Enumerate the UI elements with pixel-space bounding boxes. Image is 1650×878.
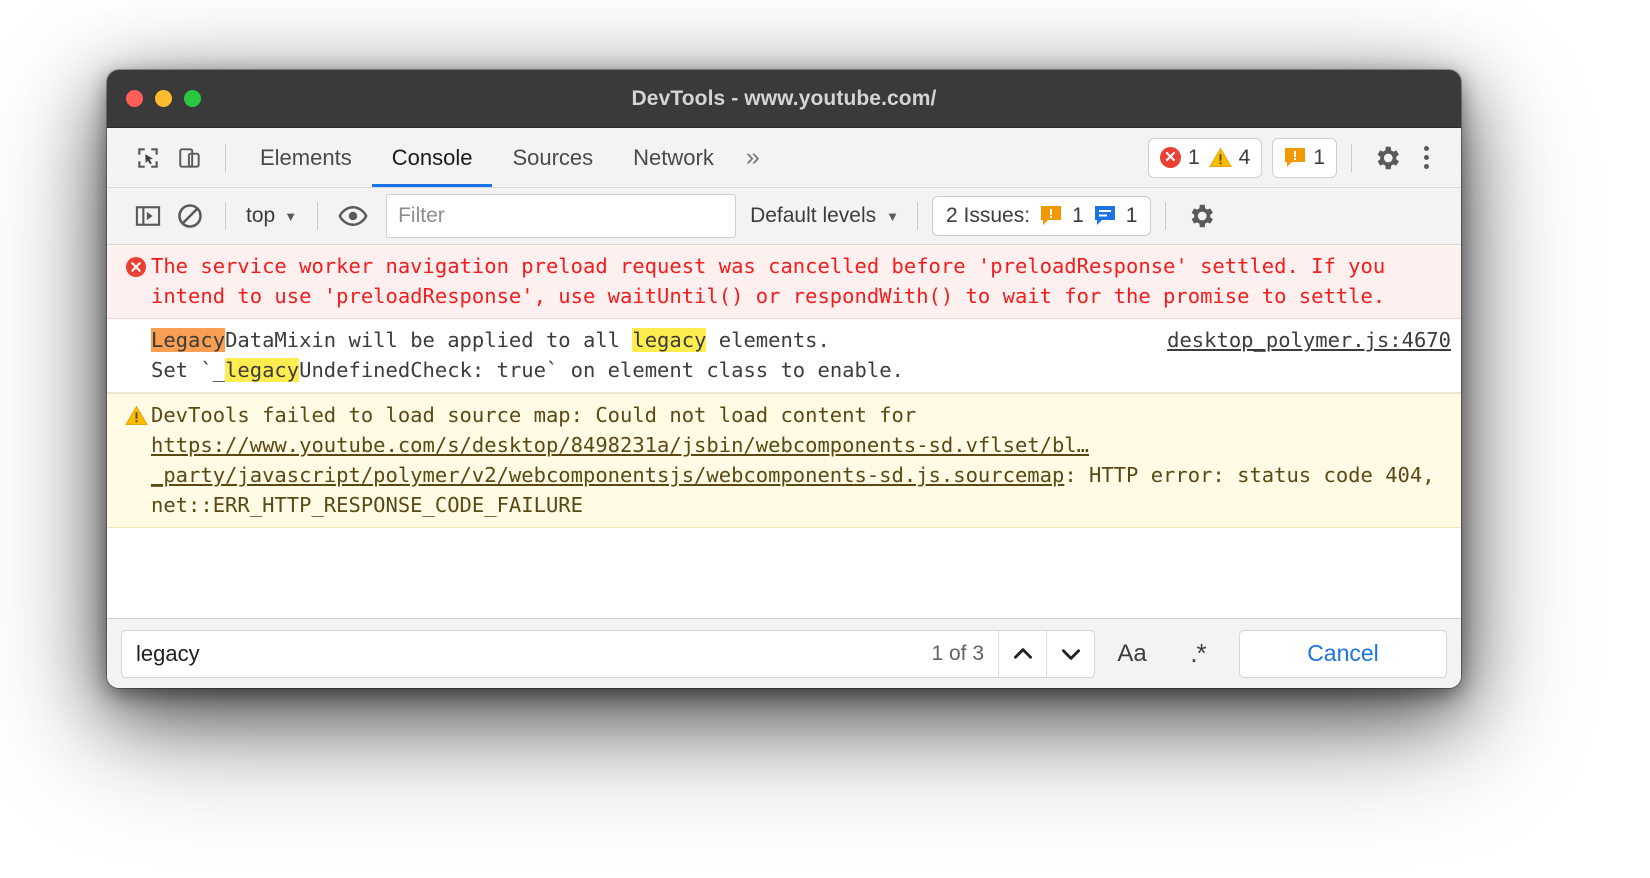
kebab-menu-icon[interactable]: [1408, 146, 1443, 169]
execution-context-label: top: [246, 204, 276, 227]
log-message-row: LegacyDataMixin will be applied to all l…: [151, 325, 1451, 385]
issues-label: 2 Issues:: [946, 204, 1031, 227]
warning-triangle-icon: [1208, 147, 1232, 168]
search-input-shell[interactable]: 1 of 3: [121, 629, 1095, 678]
match-case-button[interactable]: Aa: [1103, 630, 1161, 678]
sourcemap-url-link[interactable]: https://www.youtube.com/s/desktop/849823…: [151, 433, 1089, 487]
warning-count: 4: [1238, 145, 1251, 169]
error-count: 1: [1187, 145, 1200, 169]
window-titlebar: DevTools - www.youtube.com/: [107, 70, 1461, 128]
log-text-segment: DataMixin will be applied to all: [225, 328, 633, 352]
devtools-tabstrip: Elements Console Sources Network » ✕ 1 4…: [107, 128, 1461, 188]
issue-badge[interactable]: 1: [1284, 146, 1325, 170]
cursor-select-icon[interactable]: [127, 137, 169, 179]
warning-text-segment: DevTools failed to load source map: Coul…: [151, 403, 929, 427]
toolbar-divider: [225, 143, 226, 172]
search-input[interactable]: [126, 640, 918, 667]
show-console-sidebar-icon[interactable]: [127, 195, 169, 237]
devtools-window: DevTools - www.youtube.com/ Elements Con…: [107, 70, 1461, 688]
window-controls: [107, 90, 201, 107]
close-window-button[interactable]: [126, 90, 143, 107]
console-toolbar: top ▼ Default levels ▼ 2 Issues:: [107, 188, 1461, 245]
console-message-list[interactable]: The service worker navigation preload re…: [107, 245, 1461, 618]
issue-speech-bubble-icon: [1284, 147, 1306, 169]
console-message-warning[interactable]: DevTools failed to load source map: Coul…: [107, 393, 1461, 528]
issues-badge-group[interactable]: 1: [1272, 137, 1337, 178]
console-toolbar-divider-4: [1165, 202, 1167, 230]
tab-network[interactable]: Network: [613, 128, 734, 187]
live-expression-eye-icon[interactable]: [332, 195, 374, 237]
issues-info-count: 1: [1125, 204, 1138, 227]
info-speech-bubble-icon: [1094, 205, 1116, 227]
filter-input[interactable]: [386, 194, 737, 238]
console-search-bar: 1 of 3 Aa .* Cancel: [107, 618, 1461, 688]
minimize-window-button[interactable]: [155, 90, 172, 107]
error-circle-icon: [121, 251, 151, 311]
clear-console-icon[interactable]: [169, 195, 211, 237]
search-prev-button[interactable]: [998, 630, 1046, 677]
warning-badge[interactable]: 4: [1208, 145, 1251, 170]
more-tabs-icon[interactable]: »: [734, 143, 770, 172]
search-match-count: 1 of 3: [931, 641, 984, 665]
error-warning-badges[interactable]: ✕ 1 4: [1147, 137, 1263, 178]
search-next-button[interactable]: [1046, 630, 1094, 677]
no-icon: [121, 325, 151, 385]
console-message-error[interactable]: The service worker navigation preload re…: [107, 245, 1461, 319]
tab-console[interactable]: Console: [371, 128, 493, 187]
log-levels-label: Default levels: [750, 204, 877, 227]
search-match: legacy: [225, 358, 300, 382]
console-settings-gear-icon[interactable]: [1180, 201, 1222, 231]
device-toolbar-icon[interactable]: [169, 137, 211, 179]
maximize-window-button[interactable]: [184, 90, 201, 107]
page-root: DevTools - www.youtube.com/ Elements Con…: [0, 0, 1650, 878]
issues-counter-button[interactable]: 2 Issues: 1 1: [932, 196, 1152, 236]
console-toolbar-divider-3: [917, 202, 919, 230]
warning-message-text: DevTools failed to load source map: Coul…: [151, 400, 1451, 520]
tabstrip-divider-2: [1351, 143, 1352, 172]
search-match-active: Legacy: [151, 328, 226, 352]
use-regex-button[interactable]: .*: [1169, 630, 1227, 678]
log-levels-selector[interactable]: Default levels ▼: [750, 204, 903, 228]
console-toolbar-divider-1: [225, 202, 226, 230]
console-message-log[interactable]: LegacyDataMixin will be applied to all l…: [107, 319, 1461, 393]
settings-gear-icon[interactable]: [1366, 143, 1408, 173]
panel-tabs: Elements Console Sources Network »: [240, 128, 770, 187]
chevron-down-icon: ▼: [886, 208, 900, 224]
issue-count: 1: [1313, 145, 1325, 169]
source-location-link[interactable]: desktop_polymer.js:4670: [1153, 325, 1451, 355]
issue-speech-bubble-icon: [1040, 205, 1062, 227]
tab-elements[interactable]: Elements: [240, 128, 372, 187]
tab-sources[interactable]: Sources: [492, 128, 613, 187]
cancel-search-button[interactable]: Cancel: [1239, 629, 1447, 678]
issues-warning-count: 1: [1072, 204, 1084, 227]
error-badge[interactable]: ✕ 1: [1159, 145, 1200, 170]
log-message-text: LegacyDataMixin will be applied to all l…: [151, 325, 1153, 385]
chevron-down-icon: ▼: [284, 208, 298, 224]
window-title: DevTools - www.youtube.com/: [631, 86, 937, 110]
execution-context-selector[interactable]: top ▼: [240, 204, 303, 228]
log-text-segment: UndefinedCheck: true` on element class t…: [299, 358, 904, 382]
error-circle-icon: ✕: [1159, 147, 1181, 168]
console-toolbar-divider-2: [317, 202, 319, 230]
search-match: legacy: [632, 328, 707, 352]
error-message-text: The service worker navigation preload re…: [151, 254, 1398, 308]
warning-triangle-icon: [121, 400, 151, 520]
